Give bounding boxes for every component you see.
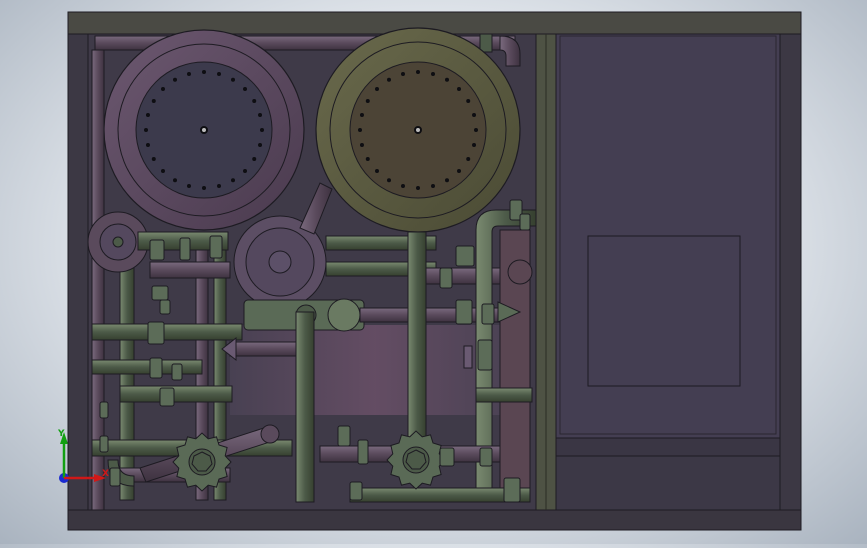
flange-bolt — [431, 71, 436, 76]
pipe-fitting[interactable] — [149, 239, 165, 261]
pipe-fitting[interactable] — [159, 387, 175, 407]
flange-bolt — [151, 99, 156, 103]
flange-bolt — [445, 178, 449, 183]
pipe-fitting[interactable] — [337, 425, 351, 447]
pipe-fitting[interactable] — [151, 285, 169, 301]
flange-bolt — [387, 77, 391, 82]
flange-bolt — [472, 143, 477, 148]
x-axis-label: X — [102, 469, 109, 479]
pipe-fitting[interactable] — [357, 439, 369, 465]
pipe-fitting[interactable] — [349, 481, 363, 501]
pipe-fitting[interactable] — [171, 363, 183, 381]
pipe-fitting[interactable] — [147, 321, 165, 345]
pipe-fitting[interactable] — [179, 237, 191, 261]
pipe-fitting[interactable] — [99, 401, 109, 419]
pipe-fitting[interactable] — [439, 447, 455, 467]
pipe-fitting[interactable] — [209, 235, 223, 259]
flange-bolt — [217, 71, 222, 76]
divider-post — [535, 33, 557, 511]
pipe-fitting[interactable] — [479, 447, 493, 467]
pipe-fitting[interactable] — [519, 213, 531, 231]
flange-bolt — [258, 143, 263, 148]
pipe-fitting[interactable] — [455, 245, 475, 267]
left-tank[interactable] — [103, 29, 305, 231]
flange-bolt — [466, 99, 471, 103]
flange-bolt — [365, 99, 370, 103]
flange-bolt — [173, 77, 177, 82]
flange-bolt — [202, 70, 206, 74]
pipe-fitting[interactable] — [477, 339, 493, 371]
flange-bolt — [457, 86, 462, 91]
control-cabinet[interactable] — [555, 33, 781, 511]
flange-bolt — [160, 169, 165, 174]
flange-bolt — [243, 169, 248, 174]
flange-bolt — [231, 178, 235, 183]
flange-bolt — [400, 184, 405, 189]
flange-bolt — [160, 86, 165, 91]
flange-bolt — [202, 186, 206, 190]
flange-bolt — [145, 112, 150, 117]
flange-bolt — [151, 157, 156, 161]
pipe-fitting[interactable] — [481, 303, 495, 325]
flange-bolt — [466, 157, 471, 161]
pipe-fitting[interactable] — [149, 357, 163, 379]
flange-bolt — [243, 86, 248, 91]
pipe-fitting[interactable] — [503, 477, 521, 503]
flange-bolt — [374, 86, 379, 91]
assembly-drawing[interactable]: Y X — [0, 0, 867, 544]
flange-bolt — [186, 184, 191, 189]
right-tank[interactable] — [315, 27, 521, 233]
flange-bolt — [359, 112, 364, 117]
flange-bolt — [359, 143, 364, 148]
pipe-fitting[interactable] — [439, 267, 453, 289]
flange-bolt — [416, 186, 420, 190]
flange-bolt — [260, 128, 264, 132]
flange-bolt — [258, 112, 263, 117]
flange-bolt — [186, 71, 191, 76]
access-panel[interactable] — [587, 235, 741, 387]
flange-bolt — [252, 157, 257, 161]
flange-bolt — [358, 128, 362, 132]
y-axis-label: Y — [57, 429, 65, 439]
flange-bolt — [252, 99, 257, 103]
flange-bolt — [365, 157, 370, 161]
flange-bolt — [231, 77, 235, 82]
pipe-fitting[interactable] — [99, 435, 109, 453]
flange-bolt — [416, 70, 420, 74]
flange-bolt — [217, 184, 222, 189]
flange-bolt — [445, 77, 449, 82]
flange-bolt — [472, 112, 477, 117]
cad-viewport[interactable]: Y X — [0, 0, 867, 544]
flange-bolt — [431, 184, 436, 189]
flange-bolt — [374, 169, 379, 174]
flange-bolt — [145, 143, 150, 148]
flange-bolt — [144, 128, 148, 132]
pipe-fitting[interactable] — [109, 467, 121, 487]
flange-bolt — [400, 71, 405, 76]
flange-bolt — [474, 128, 478, 132]
pipe-fitting[interactable] — [455, 299, 473, 325]
pipe-fitting[interactable] — [159, 299, 171, 315]
flange-bolt — [457, 169, 462, 174]
flange-bolt — [387, 178, 391, 183]
flange-bolt — [173, 178, 177, 183]
